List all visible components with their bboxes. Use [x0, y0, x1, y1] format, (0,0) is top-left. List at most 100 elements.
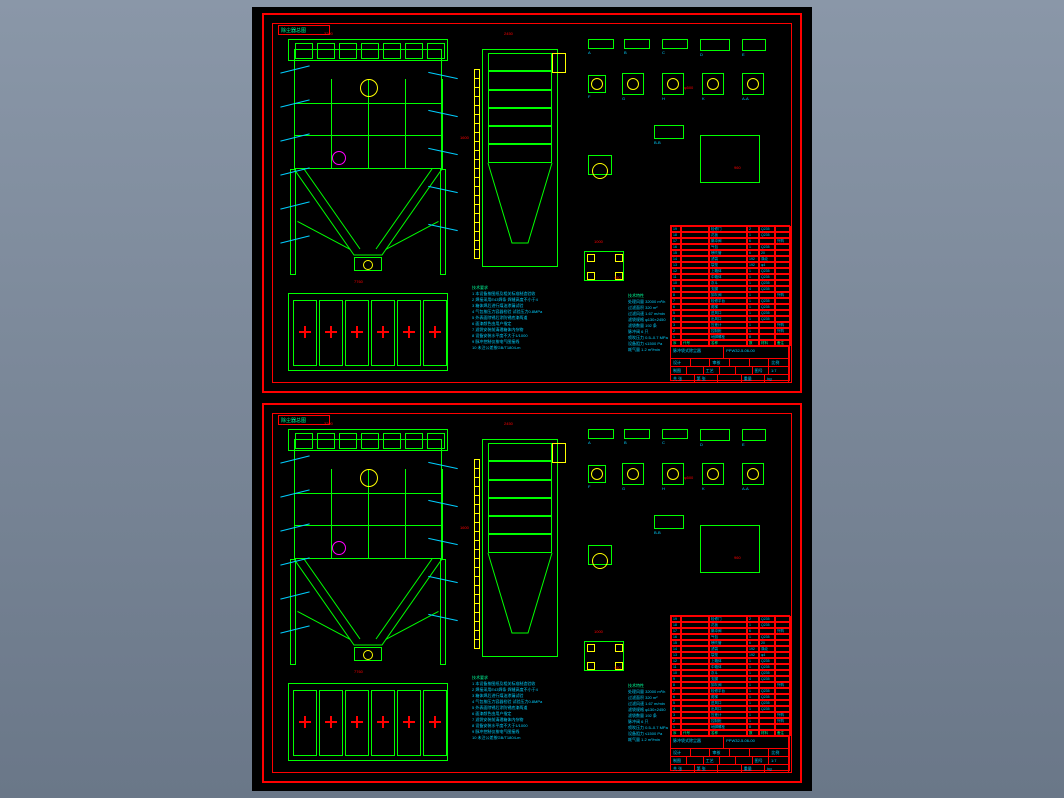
panel-seam-h — [294, 525, 442, 526]
ladder-rung — [475, 213, 479, 214]
panel-seam — [405, 469, 406, 559]
detail-label: B — [624, 440, 627, 445]
ladder-rung — [475, 105, 479, 106]
inlet-port-icon — [332, 151, 346, 165]
tb-cell — [687, 367, 703, 374]
drawing-title: 脉冲袋式除尘器 — [671, 737, 724, 748]
ladder-rung — [475, 258, 479, 259]
tb-cell — [718, 765, 742, 772]
tb-cell — [720, 757, 736, 764]
tb-cell — [687, 757, 703, 764]
ladder-rung — [475, 114, 479, 115]
detail-region: ABCDEFGHKA-AB-B — [582, 425, 786, 625]
tb-cell: kg — [765, 765, 789, 772]
dimension-text: 1000 — [594, 239, 603, 244]
ladder-rung — [475, 585, 479, 586]
detail-label: C — [662, 440, 665, 445]
tb-cell: 第 张 — [695, 765, 719, 772]
tb-cell — [718, 375, 742, 382]
detail-label: B — [624, 50, 627, 55]
drawing-number: PPW32-5-06-00 — [724, 737, 789, 748]
anchor-bolt-icon — [587, 662, 595, 670]
tb-cell: 设计 — [671, 359, 691, 366]
dimension-text: 7760 — [354, 279, 363, 284]
side-elevation — [470, 429, 570, 669]
ladder — [474, 459, 480, 649]
dimension-text: 450 — [614, 275, 621, 280]
centerline-cross-icon — [353, 718, 361, 726]
centerline-cross-icon — [431, 718, 439, 726]
tb-cell — [730, 749, 750, 756]
ladder-rung — [475, 477, 479, 478]
detail-view — [742, 39, 766, 51]
centerline-cross-icon — [379, 328, 387, 336]
tb-cell: 工艺 — [704, 367, 720, 374]
ladder-rung — [475, 222, 479, 223]
ladder-rung — [475, 531, 479, 532]
detail-label: A-A — [742, 486, 749, 491]
anchor-bolt-icon — [615, 644, 623, 652]
technical-notes: 技术要求1 本设备按图纸及相关标准制造验收2 焊接采用E43焊条 焊缝高度不小于… — [472, 675, 622, 741]
centerline-cross-icon — [301, 718, 309, 726]
detail-circle-icon — [667, 468, 679, 480]
bag-row — [488, 125, 552, 127]
ladder-rung — [475, 612, 479, 613]
centerline-cross-icon — [431, 328, 439, 336]
technical-notes: 技术要求1 本设备按图纸及相关标准制造验收2 焊接采用E43焊条 焊缝高度不小于… — [472, 285, 622, 351]
detail-circle-icon — [627, 468, 639, 480]
detail-label: E — [742, 52, 745, 57]
ladder-rung — [475, 132, 479, 133]
anchor-bolt-icon — [587, 254, 595, 262]
anchor-bolt-icon — [587, 272, 595, 280]
detail-circle-icon — [627, 78, 639, 90]
title-block: 脉冲袋式除尘器 PPW32-5-06-00 设计审核比例 制图工艺图号 1:7 … — [670, 735, 790, 771]
detail-label: E — [742, 442, 745, 447]
ladder-rung — [475, 459, 479, 460]
detail-label: B-B — [654, 140, 661, 145]
tb-cell: 设计 — [671, 749, 691, 756]
tb-cell: 制图 — [671, 757, 687, 764]
detail-label: K — [702, 96, 705, 101]
drawing-tag: 除尘器总图 — [278, 415, 330, 425]
centerline-cross-icon — [379, 718, 387, 726]
panel-seam — [442, 469, 443, 559]
detail-view — [624, 39, 650, 49]
dimension-text: 3200 — [324, 421, 333, 426]
ladder-rung — [475, 69, 479, 70]
cad-canvas: 除尘器总图 ABCDEFGHKA-AB-B技术要求1 本设备按图纸及相关标准制造… — [252, 7, 812, 791]
dimension-text: 2450 — [504, 31, 513, 36]
scale-cell: 1:7 — [769, 367, 789, 374]
scale-cell: 1:7 — [769, 757, 789, 764]
support-leg — [290, 169, 296, 275]
clean-air-plenum — [488, 53, 552, 71]
drawing-number: PPW32-5-06-00 — [724, 347, 789, 358]
dimension-text: 450 — [614, 665, 621, 670]
ladder-rung — [475, 78, 479, 79]
detail-view — [588, 429, 614, 439]
bom-table: 19检修门2Q23518花板1Q23517脉冲阀6外购16气包1Q23515喷吹… — [670, 615, 790, 737]
support-leg — [440, 169, 446, 275]
tb-cell: 工艺 — [704, 757, 720, 764]
detail-view — [654, 515, 684, 529]
inlet-port-icon — [332, 541, 346, 555]
ladder-rung — [475, 603, 479, 604]
ladder-rung — [475, 495, 479, 496]
detail-label: H — [662, 96, 665, 101]
dimension-text: 1000 — [594, 629, 603, 634]
ladder-rung — [475, 549, 479, 550]
detail-view — [654, 125, 684, 139]
note-line: 10 未注公差按GB/T1804-m — [472, 345, 622, 351]
ladder-rung — [475, 630, 479, 631]
flange-circle-icon — [592, 163, 608, 179]
ladder — [474, 69, 480, 259]
ladder-rung — [475, 168, 479, 169]
dimension-text: 7760 — [354, 669, 363, 674]
inspection-port-icon — [360, 469, 378, 487]
ladder-rung — [475, 648, 479, 649]
support-leg — [440, 559, 446, 665]
tb-cell: 制图 — [671, 367, 687, 374]
detail-label: G — [622, 486, 625, 491]
detail-label: K — [702, 486, 705, 491]
detail-label: G — [622, 96, 625, 101]
panel-seam-h — [294, 135, 442, 136]
